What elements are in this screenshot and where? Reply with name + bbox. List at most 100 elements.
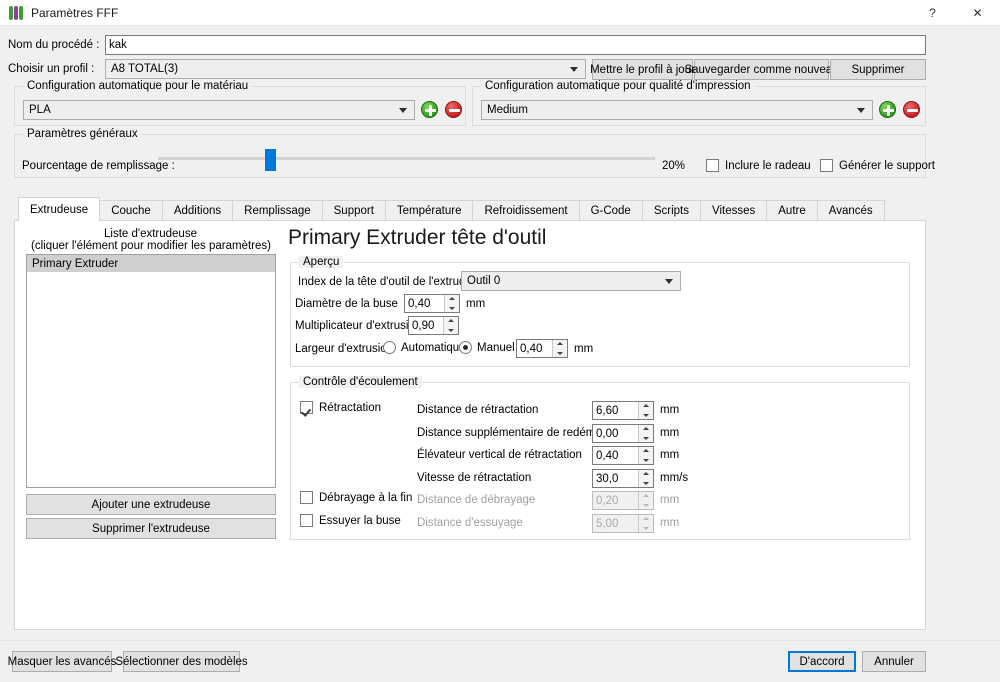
flow-row-unit: mm — [660, 427, 680, 439]
checkbox-box — [300, 491, 313, 504]
flow-row-value: 0,40 — [596, 449, 619, 462]
extrusion-multiplier-stepper[interactable]: 0,90 — [408, 316, 459, 335]
stepper-up-icon[interactable] — [639, 402, 653, 411]
flow-row-stepper[interactable]: 0,40 — [592, 446, 654, 465]
remove-quality-icon[interactable] — [903, 101, 920, 118]
retraction-label: Rétractation — [319, 401, 382, 414]
tab-extrudeuse[interactable]: Extrudeuse — [18, 197, 101, 221]
stepper-up-icon[interactable] — [445, 295, 459, 304]
extruder-listbox[interactable]: Primary Extruder — [26, 254, 276, 488]
stepper-up-icon[interactable] — [639, 447, 653, 456]
fff-app-icon — [9, 5, 23, 20]
save-as-new-button[interactable]: Sauvegarder comme nouveau — [684, 59, 839, 80]
extrusion-width-unit: mm — [574, 343, 594, 355]
window-controls: ? ✕ — [910, 0, 1000, 26]
extrusion-width-auto-radio[interactable]: Automatique — [383, 341, 466, 354]
tab-avanc-s[interactable]: Avancés — [816, 200, 885, 221]
generate-support-label: Générer le support — [839, 159, 935, 172]
add-material-icon[interactable] — [421, 101, 438, 118]
stepper-down-icon[interactable] — [639, 479, 653, 488]
stepper-down-icon[interactable] — [639, 456, 653, 465]
select-models-button[interactable]: Sélectionner des modèles — [115, 651, 248, 672]
tab-refroidissement[interactable]: Refroidissement — [472, 200, 580, 221]
stepper-up-icon[interactable] — [639, 470, 653, 479]
tab-g-code[interactable]: G-Code — [578, 200, 643, 221]
flow-row-unit: mm/s — [660, 472, 689, 484]
slider-thumb[interactable] — [265, 149, 276, 171]
stepper-up-icon[interactable] — [639, 425, 653, 434]
remove-material-icon[interactable] — [445, 101, 462, 118]
extrusion-width-label: Largeur d'extrusion — [295, 343, 394, 355]
infill-percent-slider[interactable] — [158, 149, 655, 171]
stepper-down-icon[interactable] — [639, 411, 653, 420]
flow-row-stepper[interactable]: 6,60 — [592, 401, 654, 420]
add-quality-icon[interactable] — [879, 101, 896, 118]
coast-at-end-checkbox[interactable]: Débrayage à la fin — [300, 491, 412, 504]
slider-track — [158, 157, 655, 160]
extrusion-multiplier-label: Multiplicateur d'extrusion — [295, 320, 422, 332]
material-autoconfig-title: Configuration automatique pour le matéri… — [23, 80, 253, 92]
tab-label: Extrudeuse — [30, 203, 89, 216]
tab-temp-rature[interactable]: Température — [384, 200, 474, 221]
stepper-down-icon — [639, 524, 653, 533]
nozzle-diameter-label: Diamètre de la buse — [295, 298, 398, 310]
stepper-down-icon[interactable] — [553, 349, 567, 358]
stepper-buttons — [638, 492, 653, 509]
tab-couche[interactable]: Couche — [99, 200, 163, 221]
stepper-down-icon[interactable] — [639, 434, 653, 443]
window-title: Paramètres FFF — [31, 5, 119, 20]
tab-autre[interactable]: Autre — [766, 200, 818, 221]
help-icon[interactable]: ? — [910, 0, 955, 26]
remove-extruder-button[interactable]: Supprimer l'extrudeuse — [26, 518, 276, 539]
include-raft-checkbox[interactable]: Inclure le radeau — [706, 159, 811, 172]
tab-remplissage[interactable]: Remplissage — [232, 200, 323, 221]
flow-row-stepper[interactable]: 0,00 — [592, 424, 654, 443]
stepper-buttons[interactable] — [638, 425, 653, 442]
flow-row-stepper[interactable]: 30,0 — [592, 469, 654, 488]
process-name-input[interactable] — [105, 35, 926, 55]
nozzle-diameter-stepper[interactable]: 0,40 — [404, 294, 460, 313]
retraction-checkbox[interactable]: Rétractation — [300, 401, 381, 414]
quality-select[interactable]: Medium — [481, 100, 873, 120]
stepper-down-icon[interactable] — [445, 304, 459, 313]
flow-row-stepper: 5,00 — [592, 514, 654, 533]
flow-row-unit: mm — [660, 404, 680, 416]
extruder-list-subtitle: (cliquer l'élément pour modifier les par… — [31, 240, 271, 252]
ok-button[interactable]: D'accord — [788, 651, 856, 672]
tab-label: G-Code — [590, 205, 631, 217]
extrusion-width-stepper[interactable]: 0,40 — [516, 339, 568, 358]
flow-row-value: 0,20 — [596, 494, 619, 507]
stepper-up-icon[interactable] — [553, 340, 567, 349]
tab-scripts[interactable]: Scripts — [641, 200, 701, 221]
stepper-up-icon[interactable] — [444, 317, 458, 326]
flow-row-unit: mm — [660, 494, 680, 506]
stepper-buttons[interactable] — [552, 340, 567, 357]
stepper-buttons[interactable] — [443, 317, 458, 334]
material-select[interactable]: PLA — [23, 100, 415, 120]
profile-label: Choisir un profil : — [8, 63, 95, 75]
stepper-buttons[interactable] — [638, 447, 653, 464]
cancel-button[interactable]: Annuler — [862, 651, 926, 672]
stepper-buttons[interactable] — [444, 295, 459, 312]
stepper-down-icon[interactable] — [444, 326, 458, 335]
stepper-buttons[interactable] — [638, 470, 653, 487]
tab-additions[interactable]: Additions — [161, 200, 234, 221]
list-item[interactable]: Primary Extruder — [27, 255, 275, 272]
hide-advanced-button[interactable]: Masquer les avancés — [8, 651, 116, 672]
tab-vitesses[interactable]: Vitesses — [700, 200, 768, 221]
add-extruder-button[interactable]: Ajouter une extrudeuse — [26, 494, 276, 515]
extrusion-width-manual-radio[interactable]: Manuel — [459, 341, 515, 354]
profile-select[interactable]: A8 TOTAL(3) — [105, 59, 586, 79]
toolhead-index-select[interactable]: Outil 0 — [461, 271, 681, 291]
infill-percent-value: 20% — [662, 160, 686, 172]
close-icon[interactable]: ✕ — [955, 0, 1000, 26]
update-profile-button[interactable]: Mettre le profil à jour — [590, 59, 695, 80]
delete-profile-button[interactable]: Supprimer — [830, 59, 926, 80]
tab-support[interactable]: Support — [321, 200, 386, 221]
wipe-nozzle-checkbox[interactable]: Essuyer la buse — [300, 514, 401, 527]
tab-label: Avancés — [828, 205, 873, 217]
flow-row-unit: mm — [660, 449, 680, 461]
stepper-buttons[interactable] — [638, 402, 653, 419]
generate-support-checkbox[interactable]: Générer le support — [820, 159, 935, 172]
tab-label: Scripts — [653, 205, 689, 217]
